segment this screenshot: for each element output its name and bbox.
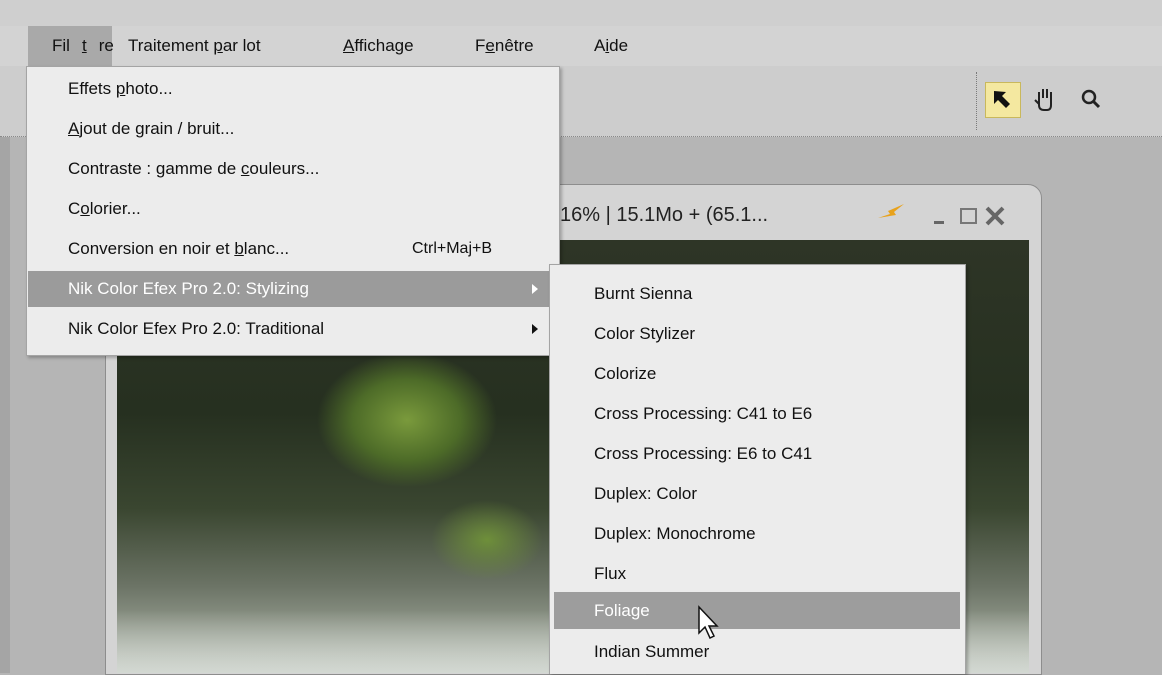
filtre-dropdown-menu: Effets photo... Ajout de grain / bruit..…: [26, 66, 560, 356]
menu-item-nik-traditional[interactable]: Nik Color Efex Pro 2.0: Traditional: [28, 311, 558, 347]
submenu-item-colorize[interactable]: Colorize: [554, 355, 960, 392]
menubar: Fil t re Traitement par lot Affichage Fenê…: [0, 26, 1162, 67]
menu-aide[interactable]: Aide: [594, 26, 628, 66]
submenu-item-cross-processing-c41-e6[interactable]: Cross Processing: C41 to E6: [554, 395, 960, 432]
submenu-arrow-icon: [532, 324, 538, 334]
submenu-item-flux[interactable]: Flux: [554, 555, 960, 592]
menu-affichage[interactable]: Affichage: [343, 26, 414, 66]
submenu-item-cross-processing-e6-c41[interactable]: Cross Processing: E6 to C41: [554, 435, 960, 472]
hand-icon[interactable]: [1028, 82, 1062, 116]
menu-item-ajout-de-grain[interactable]: Ajout de grain / bruit...: [28, 111, 558, 147]
arrow-pointer-icon[interactable]: [985, 82, 1021, 118]
submenu-arrow-icon: [532, 284, 538, 294]
submenu-item-color-stylizer[interactable]: Color Stylizer: [554, 315, 960, 352]
menu-item-contraste[interactable]: Contraste : gamme de couleurs...: [28, 151, 558, 187]
magnifier-icon[interactable]: [1074, 82, 1108, 116]
menu-fenetre[interactable]: Fenêtre: [475, 26, 534, 66]
menu-item-colorier[interactable]: Colorier...: [28, 191, 558, 227]
submenu-item-burnt-sienna[interactable]: Burnt Sienna: [554, 275, 960, 312]
minimize-icon[interactable]: [930, 205, 952, 227]
menu-item-effets-photo[interactable]: Effets photo...: [28, 71, 558, 107]
stylizing-submenu: Burnt Sienna Color Stylizer Colorize Cro…: [549, 264, 966, 674]
menu-filtre[interactable]: Fil t re: [28, 26, 114, 66]
menu-traitement-par-lot[interactable]: Traitement par lot: [128, 26, 261, 66]
maximize-icon[interactable]: [958, 205, 980, 227]
mouse-cursor-icon: [697, 605, 723, 641]
menu-item-nik-stylizing[interactable]: Nik Color Efex Pro 2.0: Stylizing: [28, 271, 558, 307]
close-icon[interactable]: [984, 205, 1006, 227]
document-title: 16% | 15.1Mo + (65.1...: [560, 204, 769, 226]
toolbar-separator: [976, 72, 977, 130]
menu-item-conversion-noir-et-blanc[interactable]: Conversion en noir et blanc... Ctrl+Maj+…: [28, 231, 558, 267]
workspace-left-panel: [0, 137, 10, 673]
submenu-item-duplex-monochrome[interactable]: Duplex: Monochrome: [554, 515, 960, 552]
submenu-item-duplex-color[interactable]: Duplex: Color: [554, 475, 960, 512]
window-top-strip: [0, 0, 1162, 26]
menu-item-shortcut: Ctrl+Maj+B: [412, 240, 493, 257]
speed-icon: [876, 202, 906, 227]
submenu-item-foliage[interactable]: Foliage: [554, 592, 960, 629]
submenu-item-indian-summer[interactable]: Indian Summer: [554, 633, 960, 670]
